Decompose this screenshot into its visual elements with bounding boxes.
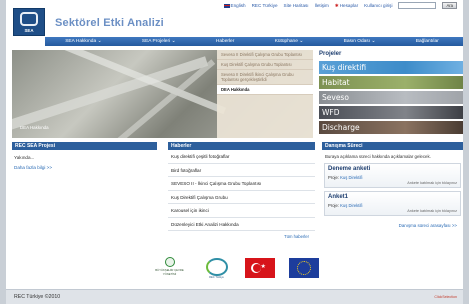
rec-sea-project-column: REC SEA Projesi Yakında... Daha fazla bi… xyxy=(12,142,157,242)
sitemap-link[interactable]: Site Haritası xyxy=(284,3,309,8)
survey-project: Proje: Kuş Direktifi xyxy=(328,200,457,208)
project-wfd-button[interactable]: WFD xyxy=(319,106,463,119)
all-news-link[interactable]: Tüm haberler xyxy=(168,231,315,239)
survey-join-link[interactable]: Ankete katılmak için tıklayınız xyxy=(328,180,457,185)
project-habitat-button[interactable]: Habitat xyxy=(319,76,463,89)
partner-logos: BÜYÜKŞEHİR ÇEVRE YÖNETİMİ REC Türkiye ★ xyxy=(6,255,463,281)
column-text: Yakında... xyxy=(14,155,35,160)
hero-list-item-active[interactable]: DEA Hakkında xyxy=(217,85,313,95)
nav-item-haberler[interactable]: Haberler xyxy=(216,39,234,44)
nav-item-sea-projeleri[interactable]: SEA Projeleri ⌄ xyxy=(142,39,176,44)
hero-list-item[interactable]: Kuş Direktifi Çalışma Grubu Toplantısı xyxy=(217,60,313,70)
hero-list: Seveso II Direktifi Çalışma Grubu Toplan… xyxy=(217,50,313,138)
credit-link[interactable]: ClickSelection xyxy=(434,295,457,299)
login-link[interactable]: Kullanıcı girişi xyxy=(364,3,392,8)
logo-text: SEA xyxy=(24,27,34,33)
consultation-intro: Buraya açıklama süreci hakkında açıklama… xyxy=(325,154,431,159)
news-item[interactable]: Karousel için ikinci xyxy=(168,204,315,218)
column-header: Danışma Süreci xyxy=(322,142,463,150)
project-bird-directive-button[interactable]: Kuş direktifi xyxy=(319,61,463,74)
hesaplar-link[interactable]: ✱Hesaplar xyxy=(335,3,358,9)
hero-list-item[interactable]: Seveso II Direktifi İkinci Çalışma Grubu… xyxy=(217,70,313,85)
project-discharge-button[interactable]: Discharge xyxy=(319,121,463,134)
hesaplar-icon: ✱ xyxy=(334,2,339,8)
site-logo[interactable]: SEA xyxy=(13,8,45,36)
site-title: Sektörel Etki Analizi xyxy=(55,17,164,29)
survey-card: Anket1 Proje: Kuş Direktifi Ankete katıl… xyxy=(324,191,461,216)
copyright-text: REC Türkiye ©2010 xyxy=(14,294,61,300)
survey-project-link[interactable]: Kuş Direktifi xyxy=(340,203,362,208)
search-button[interactable]: Ara xyxy=(442,2,457,9)
ministry-emblem-icon xyxy=(164,257,175,267)
star-icon: ★ xyxy=(260,264,266,270)
turkey-flag-icon: ★ xyxy=(244,258,275,278)
search-input[interactable] xyxy=(398,2,437,9)
hero-list-item[interactable]: Seveso II Direktifi Çalışma Grubu Toplan… xyxy=(217,50,313,60)
rec-emblem-icon xyxy=(205,258,228,276)
news-column: Haberler Kuş direktifi çeşitli fotoğrafl… xyxy=(168,142,315,242)
more-info-link[interactable]: Daha fazla bilgi >> xyxy=(12,160,157,175)
footer: REC Türkiye ©2010 ClickSelection xyxy=(6,289,463,304)
survey-project-label: Proje: xyxy=(328,203,339,208)
survey-project-link[interactable]: Kuş Direktifi xyxy=(340,175,362,180)
nav-item-baglantilar[interactable]: Bağlantılar xyxy=(416,39,439,44)
rec-turkey-link[interactable]: REC Türkiye xyxy=(252,3,278,8)
consultation-column: Danışma Süreci Buraya açıklama süreci ha… xyxy=(322,142,463,242)
hero-carousel[interactable]: DEA Hakkında Seveso II Direktifi Çalışma… xyxy=(12,50,313,138)
news-item[interactable]: Kuş direktifi çeşitli fotoğraflar xyxy=(168,150,315,164)
top-utility-bar: English REC Türkiye Site Haritası İletiş… xyxy=(6,0,463,11)
news-item[interactable]: Kuş Direktifi Çalışma Grubu xyxy=(168,191,315,204)
column-header: REC SEA Projesi xyxy=(12,142,157,150)
logo-emblem-icon xyxy=(20,11,38,26)
main-nav: SEA Hakkında ⌄ SEA Projeleri ⌄ Haberler … xyxy=(45,37,463,46)
survey-project-label: Proje: xyxy=(328,175,339,180)
nav-item-sea-hakkinda[interactable]: SEA Hakkında ⌄ xyxy=(65,39,101,44)
survey-project: Proje: Kuş Direktifi xyxy=(328,172,457,180)
consultation-page-link[interactable]: Danışma süreci arasayfası >> xyxy=(322,219,463,228)
rec-logo-text: REC Türkiye xyxy=(209,276,224,279)
nav-item-basin-odasi[interactable]: Basın Odası ⌄ xyxy=(344,39,376,44)
hero-caption: DEA Hakkında xyxy=(20,125,49,130)
english-link[interactable]: English xyxy=(223,3,246,8)
eu-flag-icon xyxy=(288,258,319,278)
news-item[interactable]: Düzenleyici Etki Analizi Hakkında xyxy=(168,218,315,231)
news-item[interactable]: SEVESO II - İkinci Çalışma Grubu Toplant… xyxy=(168,177,315,191)
column-header: Haberler xyxy=(168,142,315,150)
projects-title: Projeler xyxy=(319,51,342,57)
rec-logo[interactable]: REC Türkiye xyxy=(203,257,231,279)
ministry-logo-text: BÜYÜKŞEHİR ÇEVRE YÖNETİMİ xyxy=(155,268,184,276)
uk-flag-icon xyxy=(223,3,230,8)
survey-card: Deneme anketi Proje: Kuş Direktifi Anket… xyxy=(324,163,461,188)
environment-ministry-logo[interactable]: BÜYÜKŞEHİR ÇEVRE YÖNETİMİ xyxy=(151,257,189,279)
projects-panel: Projeler Kuş direktifi Habitat Seveso WF… xyxy=(319,51,463,137)
eu-stars-icon xyxy=(296,261,311,275)
news-item[interactable]: Bird fotoğraflar xyxy=(168,164,315,177)
survey-join-link[interactable]: Ankete katılmak için tıklayınız xyxy=(328,208,457,213)
english-label: English xyxy=(230,3,246,8)
nav-item-kutuphane[interactable]: Kütüphane ⌄ xyxy=(275,39,304,44)
contact-link[interactable]: İletişim xyxy=(315,3,329,8)
hesaplar-label: Hesaplar xyxy=(339,2,359,8)
page: English REC Türkiye Site Haritası İletiş… xyxy=(6,0,463,304)
project-seveso-button[interactable]: Seveso xyxy=(319,91,463,104)
